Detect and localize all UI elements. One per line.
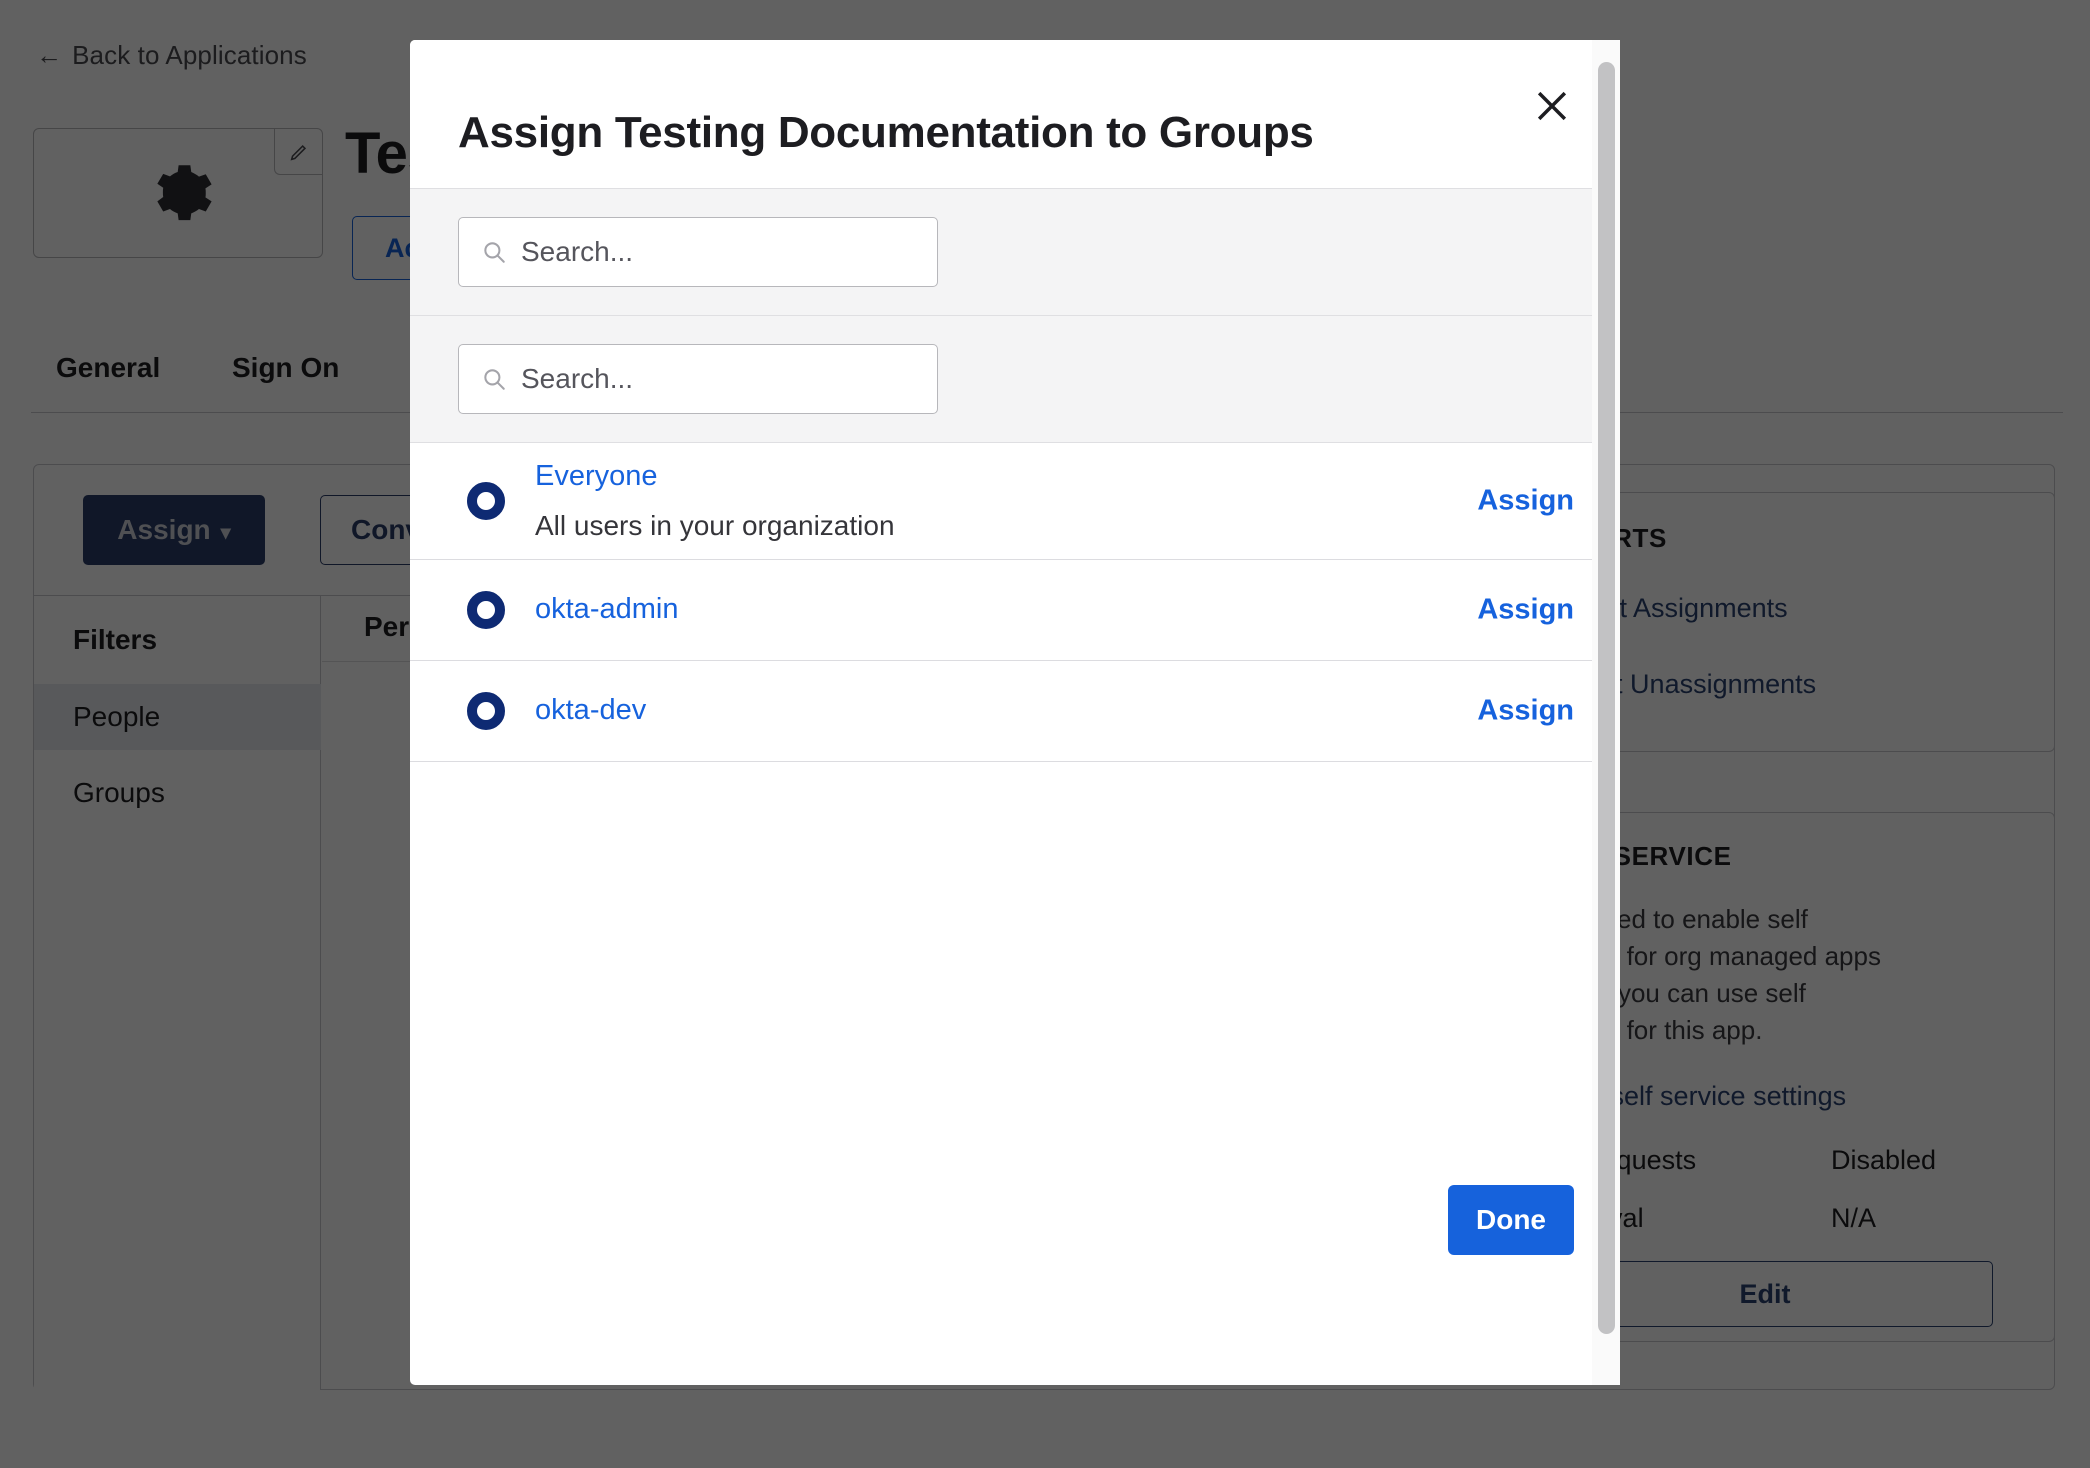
- group-search-input[interactable]: Search...: [458, 344, 938, 414]
- primary-search-band: Search...: [410, 188, 1620, 316]
- group-name-link[interactable]: Everyone: [535, 459, 895, 494]
- group-info: okta-dev: [535, 683, 646, 738]
- search-icon: [484, 369, 505, 390]
- dialog-header: Assign Testing Documentation to Groups: [410, 40, 1620, 188]
- search-icon: [484, 242, 505, 263]
- search-input-placeholder: Search...: [521, 236, 634, 267]
- search-input[interactable]: Search...: [458, 217, 938, 287]
- assign-link[interactable]: Assign: [1477, 485, 1574, 518]
- close-icon[interactable]: [1530, 84, 1574, 128]
- group-ring-icon: [467, 692, 505, 730]
- group-name-link[interactable]: okta-dev: [535, 693, 646, 728]
- table-row[interactable]: okta-dev Assign: [410, 661, 1620, 762]
- table-row[interactable]: okta-admin Assign: [410, 560, 1620, 661]
- group-info: okta-admin: [535, 582, 678, 637]
- assign-link[interactable]: Assign: [1477, 695, 1574, 728]
- scrollbar-thumb[interactable]: [1598, 62, 1615, 1334]
- group-description: All users in your organization: [535, 509, 895, 541]
- done-button[interactable]: Done: [1448, 1185, 1574, 1255]
- app-root: ←Back to Applications Testing Documentat…: [0, 0, 2090, 1468]
- dialog-footer: Done: [410, 762, 1620, 1307]
- dialog-title: Assign Testing Documentation to Groups: [458, 108, 1314, 157]
- group-list: Everyone All users in your organization …: [410, 443, 1620, 762]
- assign-link[interactable]: Assign: [1477, 594, 1574, 627]
- group-search-input-placeholder: Search...: [521, 363, 634, 394]
- group-ring-icon: [467, 482, 505, 520]
- assign-to-groups-dialog: Assign Testing Documentation to Groups S…: [410, 40, 1620, 1385]
- group-ring-icon: [467, 591, 505, 629]
- table-row[interactable]: Everyone All users in your organization …: [410, 443, 1620, 560]
- group-name-link[interactable]: okta-admin: [535, 592, 678, 627]
- secondary-search-band: Search...: [410, 316, 1620, 443]
- group-info: Everyone All users in your organization: [535, 449, 895, 553]
